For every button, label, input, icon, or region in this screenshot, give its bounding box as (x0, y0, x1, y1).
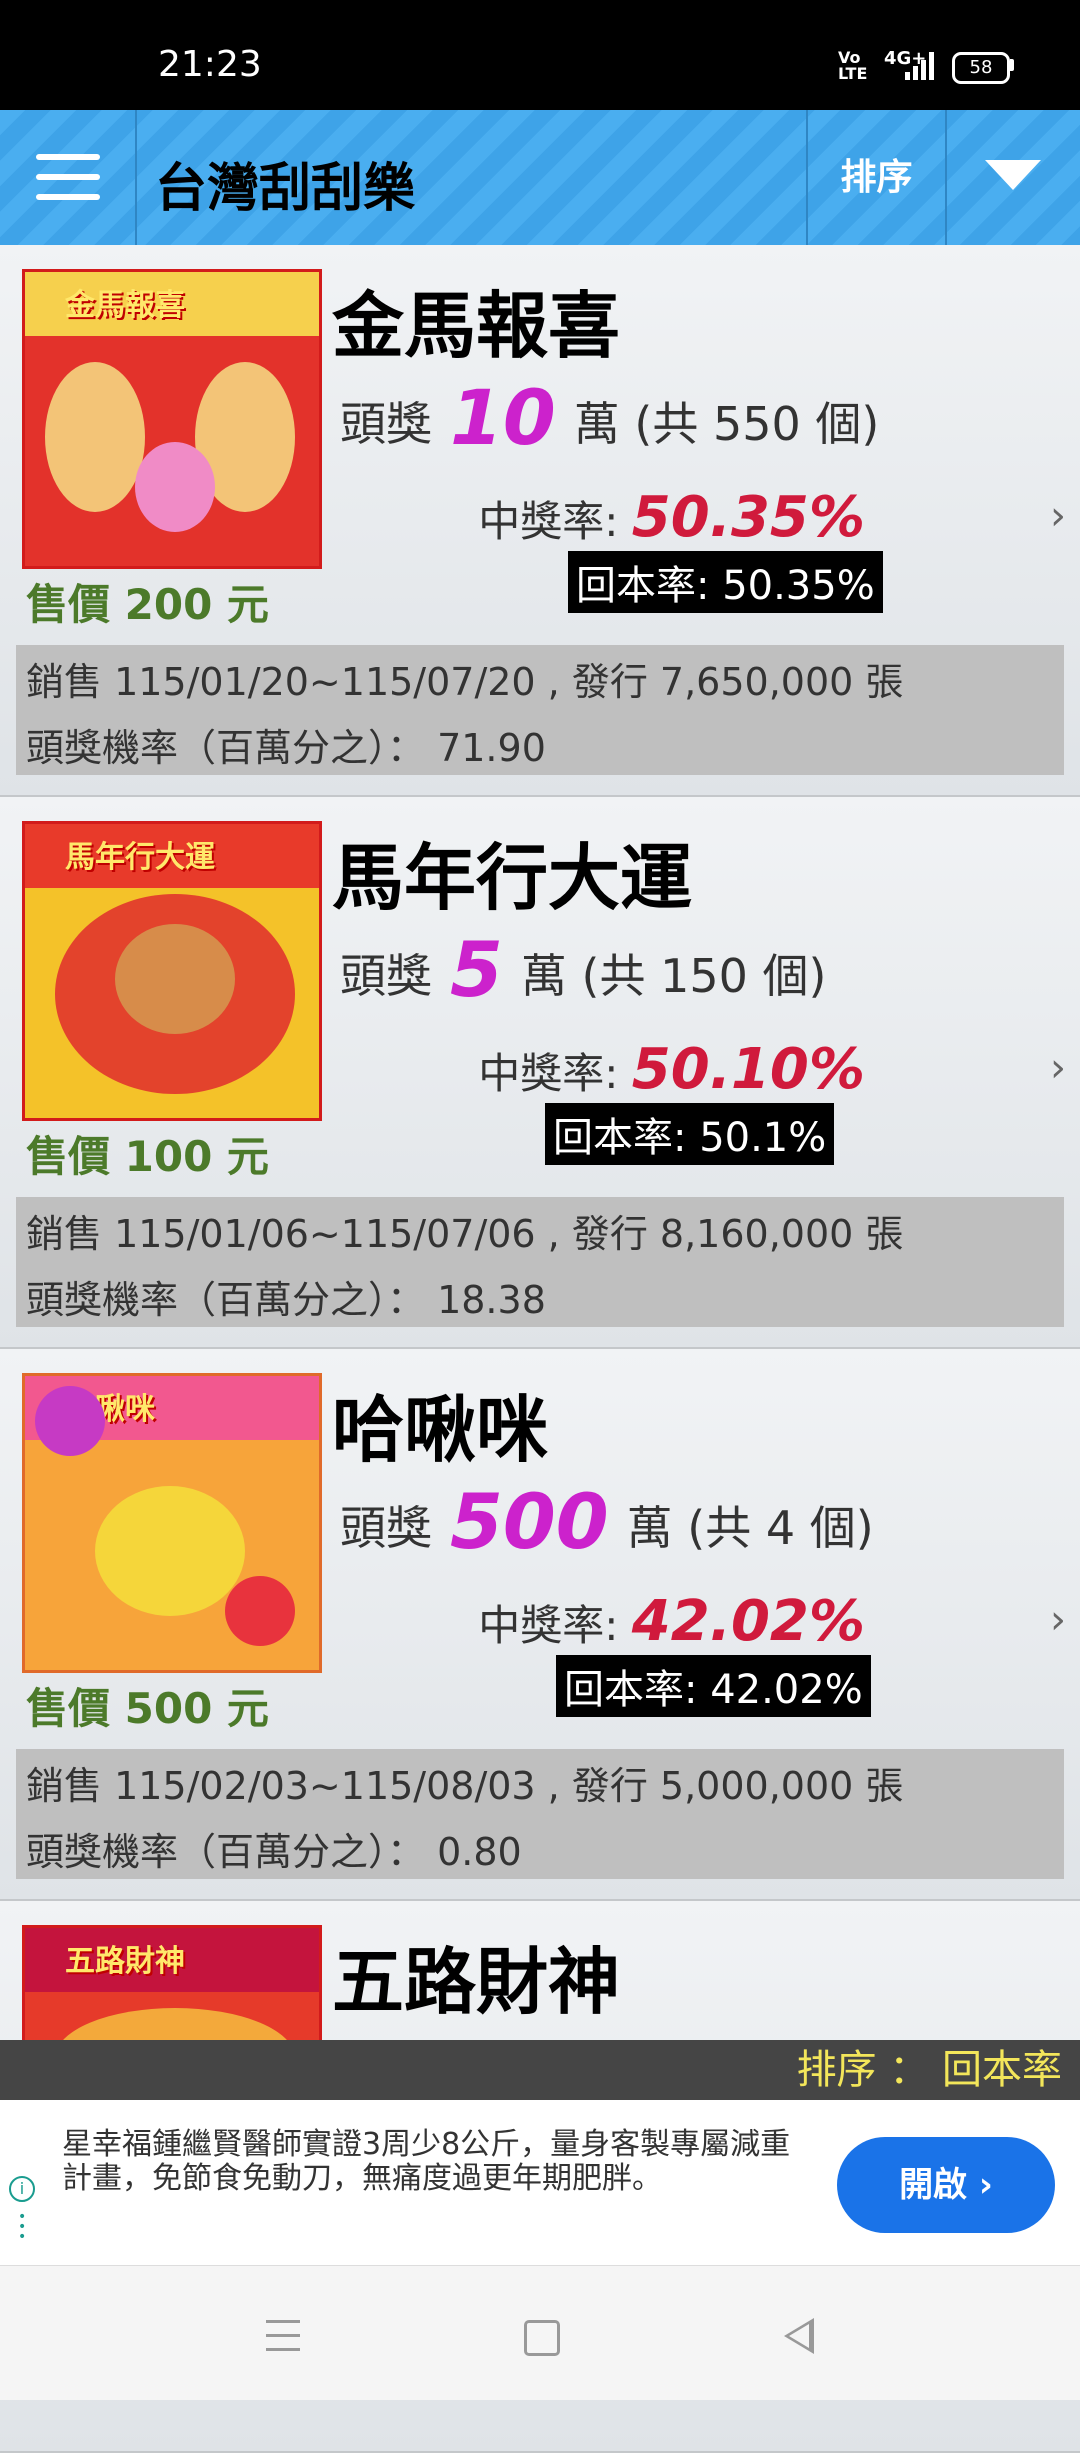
ticket-image: 哈啾咪 (22, 1373, 322, 1673)
page-title: 台灣刮刮樂 (155, 159, 416, 219)
ticket-info: 銷售 115/01/06~115/07/06 , 發行 8,160,000 張 … (16, 1197, 1064, 1327)
ticket-image-label: 馬年行大運 (65, 840, 215, 875)
prize-amount: 5 (450, 925, 503, 1014)
roi-badge: 回本率: 42.02% (556, 1655, 871, 1717)
ticket-name: 馬年行大運 (332, 836, 693, 920)
roi-badge: 回本率: 50.35% (568, 551, 883, 613)
top-prize: 頭獎 5 萬 (共 150 個) (340, 925, 827, 1014)
status-bar: 21:23 Vo LTE 4G+ 58 (0, 0, 1080, 110)
ticket-image: 金馬報喜 (22, 269, 322, 569)
sort-indicator-text: 排序 ： 回本率 (796, 2047, 1062, 2093)
ticket-card[interactable]: 金馬報喜 金馬報喜 頭獎 10 萬 (共 550 個) 中獎率: 50.35% 回本… (0, 245, 1080, 797)
win-rate-value: 42.02% (631, 1589, 865, 1654)
signal-icon (905, 50, 935, 80)
status-time: 21:23 (158, 44, 262, 85)
ticket-name: 哈啾咪 (332, 1388, 549, 1472)
sort-indicator: 排序 ： 回本率 (0, 2040, 1080, 2100)
ticket-price: 售價 500 元 (26, 1684, 269, 1733)
system-nav-bar (0, 2266, 1080, 2400)
battery-tip (1010, 59, 1014, 71)
prize-amount: 10 (450, 373, 556, 462)
chevron-right-icon[interactable]: › (1050, 1045, 1066, 1091)
ticket-image-label: 五路財神 (65, 1944, 185, 1979)
win-rate: 中獎率: 50.35% (478, 485, 865, 550)
app-header: 台灣刮刮樂 排序 (0, 110, 1080, 245)
odds-info: 頭獎機率（百萬分之）： 71.90 (26, 726, 546, 770)
hamburger-icon[interactable] (0, 110, 137, 245)
ticket-card[interactable]: 馬年行大運 馬年行大運 頭獎 5 萬 (共 150 個) 中獎率: 50.10% 回… (0, 797, 1080, 1349)
ad-open-button[interactable]: 開啟 › (837, 2137, 1055, 2233)
win-rate-value: 50.35% (631, 485, 865, 550)
ad-banner[interactable]: i • • • 星幸福鍾繼賢醫師實證3周少8公斤，量身客製專屬減重計畫，免節食免動刀… (0, 2100, 1080, 2266)
ticket-image-label: 金馬報喜 (65, 288, 185, 323)
back-icon[interactable] (770, 2306, 830, 2366)
dropdown-button[interactable] (945, 110, 1080, 245)
recent-apps-icon[interactable] (252, 2306, 312, 2366)
volte-icon: Vo LTE (838, 48, 868, 83)
prize-amount: 500 (450, 1477, 609, 1566)
win-rate-value: 50.10% (631, 1037, 865, 1102)
ticket-price: 售價 100 元 (26, 1132, 269, 1181)
ticket-name: 五路財神 (332, 1940, 621, 2024)
win-rate: 中獎率: 50.10% (478, 1037, 865, 1102)
home-icon[interactable] (510, 2306, 570, 2366)
ticket-info: 銷售 115/01/20~115/07/20 , 發行 7,650,000 張 … (16, 645, 1064, 775)
chevron-right-icon[interactable]: › (1050, 1597, 1066, 1643)
win-rate: 中獎率: 42.02% (478, 1589, 865, 1654)
chevron-right-icon[interactable]: › (1050, 493, 1066, 539)
more-dots-icon[interactable]: • • • (18, 2210, 26, 2244)
top-prize: 頭獎 500 萬 (共 4 個) (340, 1477, 874, 1566)
roi-badge: 回本率: 50.1% (545, 1103, 835, 1165)
odds-info: 頭獎機率（百萬分之）： 18.38 (26, 1278, 546, 1322)
battery-icon: 58 (952, 52, 1010, 84)
ticket-name: 金馬報喜 (332, 284, 621, 368)
triangle-down-icon (985, 160, 1041, 190)
sale-info: 銷售 115/01/20~115/07/20 , 發行 7,650,000 張 (26, 660, 904, 704)
ticket-card[interactable]: 哈啾咪 哈啾咪 頭獎 500 萬 (共 4 個) 中獎率: 42.02% 回本率: … (0, 1349, 1080, 1901)
top-prize: 頭獎 10 萬 (共 550 個) (340, 373, 880, 462)
odds-info: 頭獎機率（百萬分之）： 0.80 (26, 1830, 522, 1874)
ticket-info: 銷售 115/02/03~115/08/03 , 發行 5,000,000 張 … (16, 1749, 1064, 1879)
sale-info: 銷售 115/01/06~115/07/06 , 發行 8,160,000 張 (26, 1212, 904, 1256)
sale-info: 銷售 115/02/03~115/08/03 , 發行 5,000,000 張 (26, 1764, 904, 1808)
ticket-price: 售價 200 元 (26, 580, 269, 629)
sort-button[interactable]: 排序 (806, 110, 947, 245)
ad-text[interactable]: 星幸福鍾繼賢醫師實證3周少8公斤，量身客製專屬減重計畫，免節食免動刀，無痛度過更… (62, 2128, 792, 2196)
info-icon[interactable]: i (9, 2176, 35, 2202)
ticket-image: 馬年行大運 (22, 821, 322, 1121)
